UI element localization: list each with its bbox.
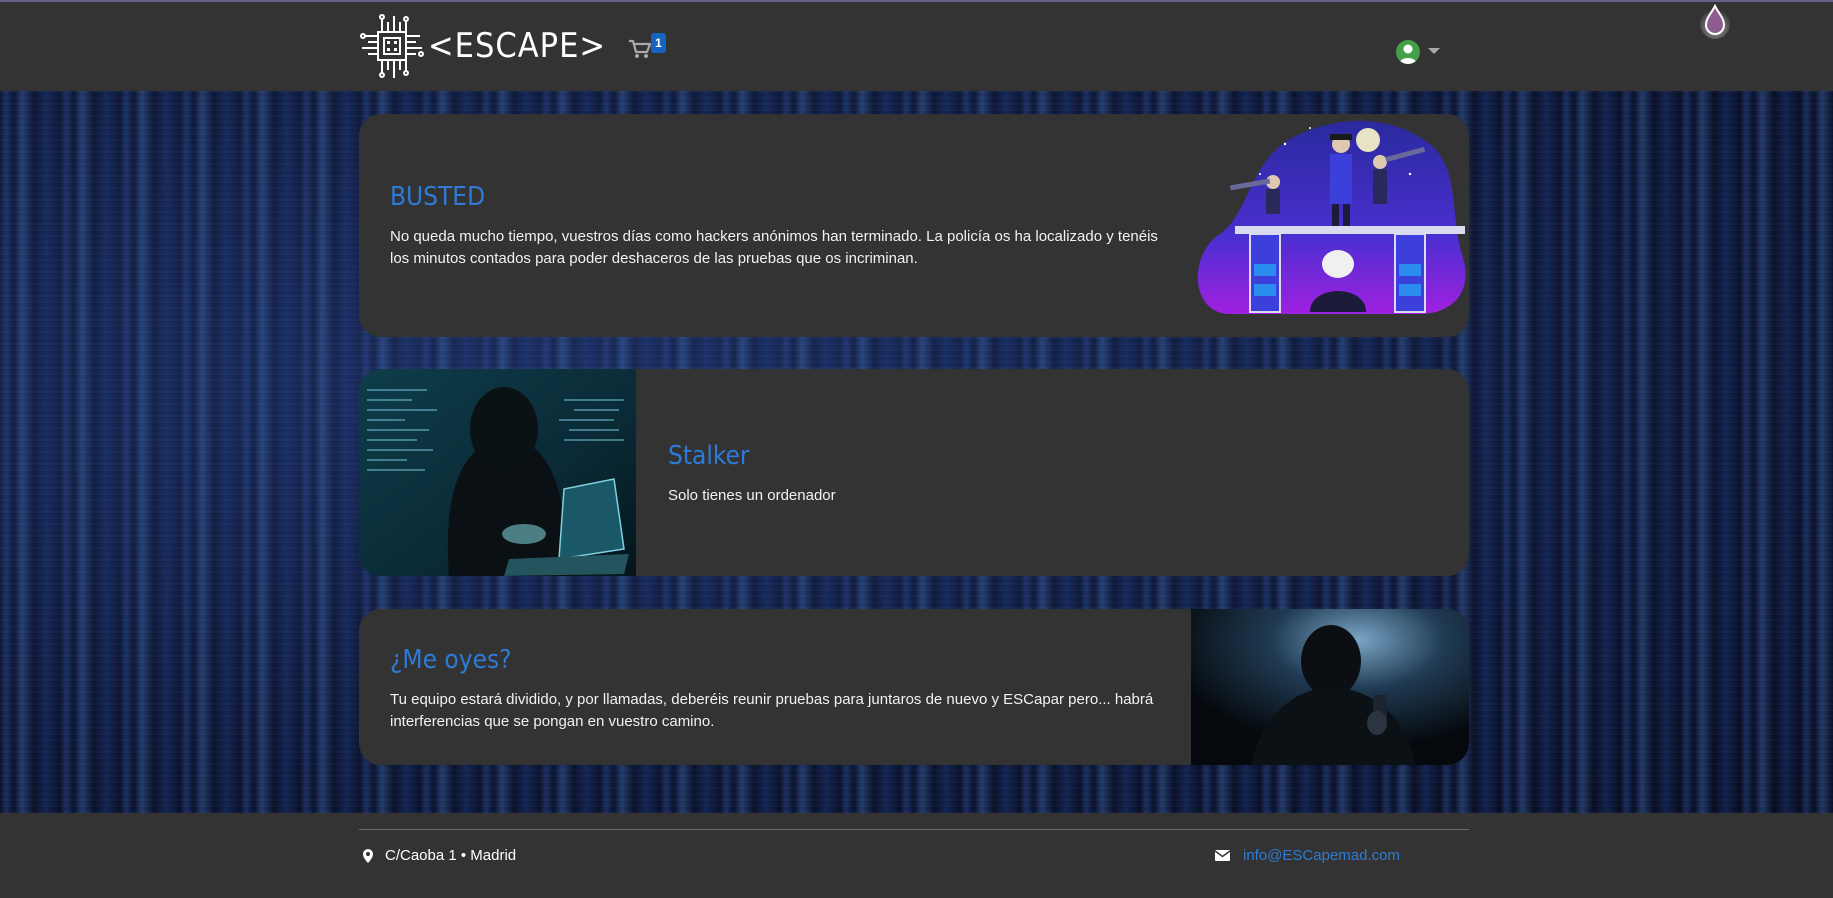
envelope-icon xyxy=(1215,850,1230,861)
top-navbar: <ESCAPE> 1 xyxy=(0,0,1833,91)
address-text: C/Caoba 1 • Madrid xyxy=(385,847,517,864)
drop-icon[interactable] xyxy=(1700,2,1730,42)
busted-illustration xyxy=(1197,120,1466,314)
stalker-photo xyxy=(359,369,636,576)
room-title[interactable]: ¿Me oyes? xyxy=(390,645,1170,675)
footer-address: C/Caoba 1 • Madrid xyxy=(363,847,516,864)
footer-email: info@ESCapemad.com xyxy=(1215,847,1400,864)
site-logo[interactable]: <ESCAPE> xyxy=(360,12,606,80)
chevron-down-icon xyxy=(1428,48,1440,54)
cart-icon[interactable] xyxy=(628,38,652,60)
user-menu-toggle[interactable] xyxy=(1396,39,1440,65)
room-card-me-oyes[interactable]: ¿Me oyes? Tu equipo estará dividido, y p… xyxy=(359,609,1469,765)
site-footer: C/Caoba 1 • Madrid info@ESCapemad.com xyxy=(0,813,1833,898)
circuit-chip-icon xyxy=(360,14,424,78)
room-card-busted[interactable]: BUSTED No queda mucho tiempo, vuestros d… xyxy=(359,114,1469,337)
map-pin-icon xyxy=(363,848,373,863)
room-description: No queda mucho tiempo, vuestros días com… xyxy=(390,228,1158,267)
me-oyes-photo xyxy=(1191,609,1469,765)
room-card-stalker[interactable]: Stalker Solo tienes un ordenador xyxy=(359,369,1469,576)
room-description: Tu equipo estará dividido, y por llamada… xyxy=(390,691,1154,730)
room-title[interactable]: BUSTED xyxy=(390,182,1170,212)
room-title[interactable]: Stalker xyxy=(668,441,1428,471)
user-avatar-icon xyxy=(1396,40,1420,64)
email-link[interactable]: info@ESCapemad.com xyxy=(1243,847,1400,864)
cart-count-badge: 1 xyxy=(651,33,666,53)
logo-text: <ESCAPE> xyxy=(428,26,607,66)
footer-divider xyxy=(359,829,1469,830)
room-description: Solo tienes un ordenador xyxy=(668,487,836,504)
